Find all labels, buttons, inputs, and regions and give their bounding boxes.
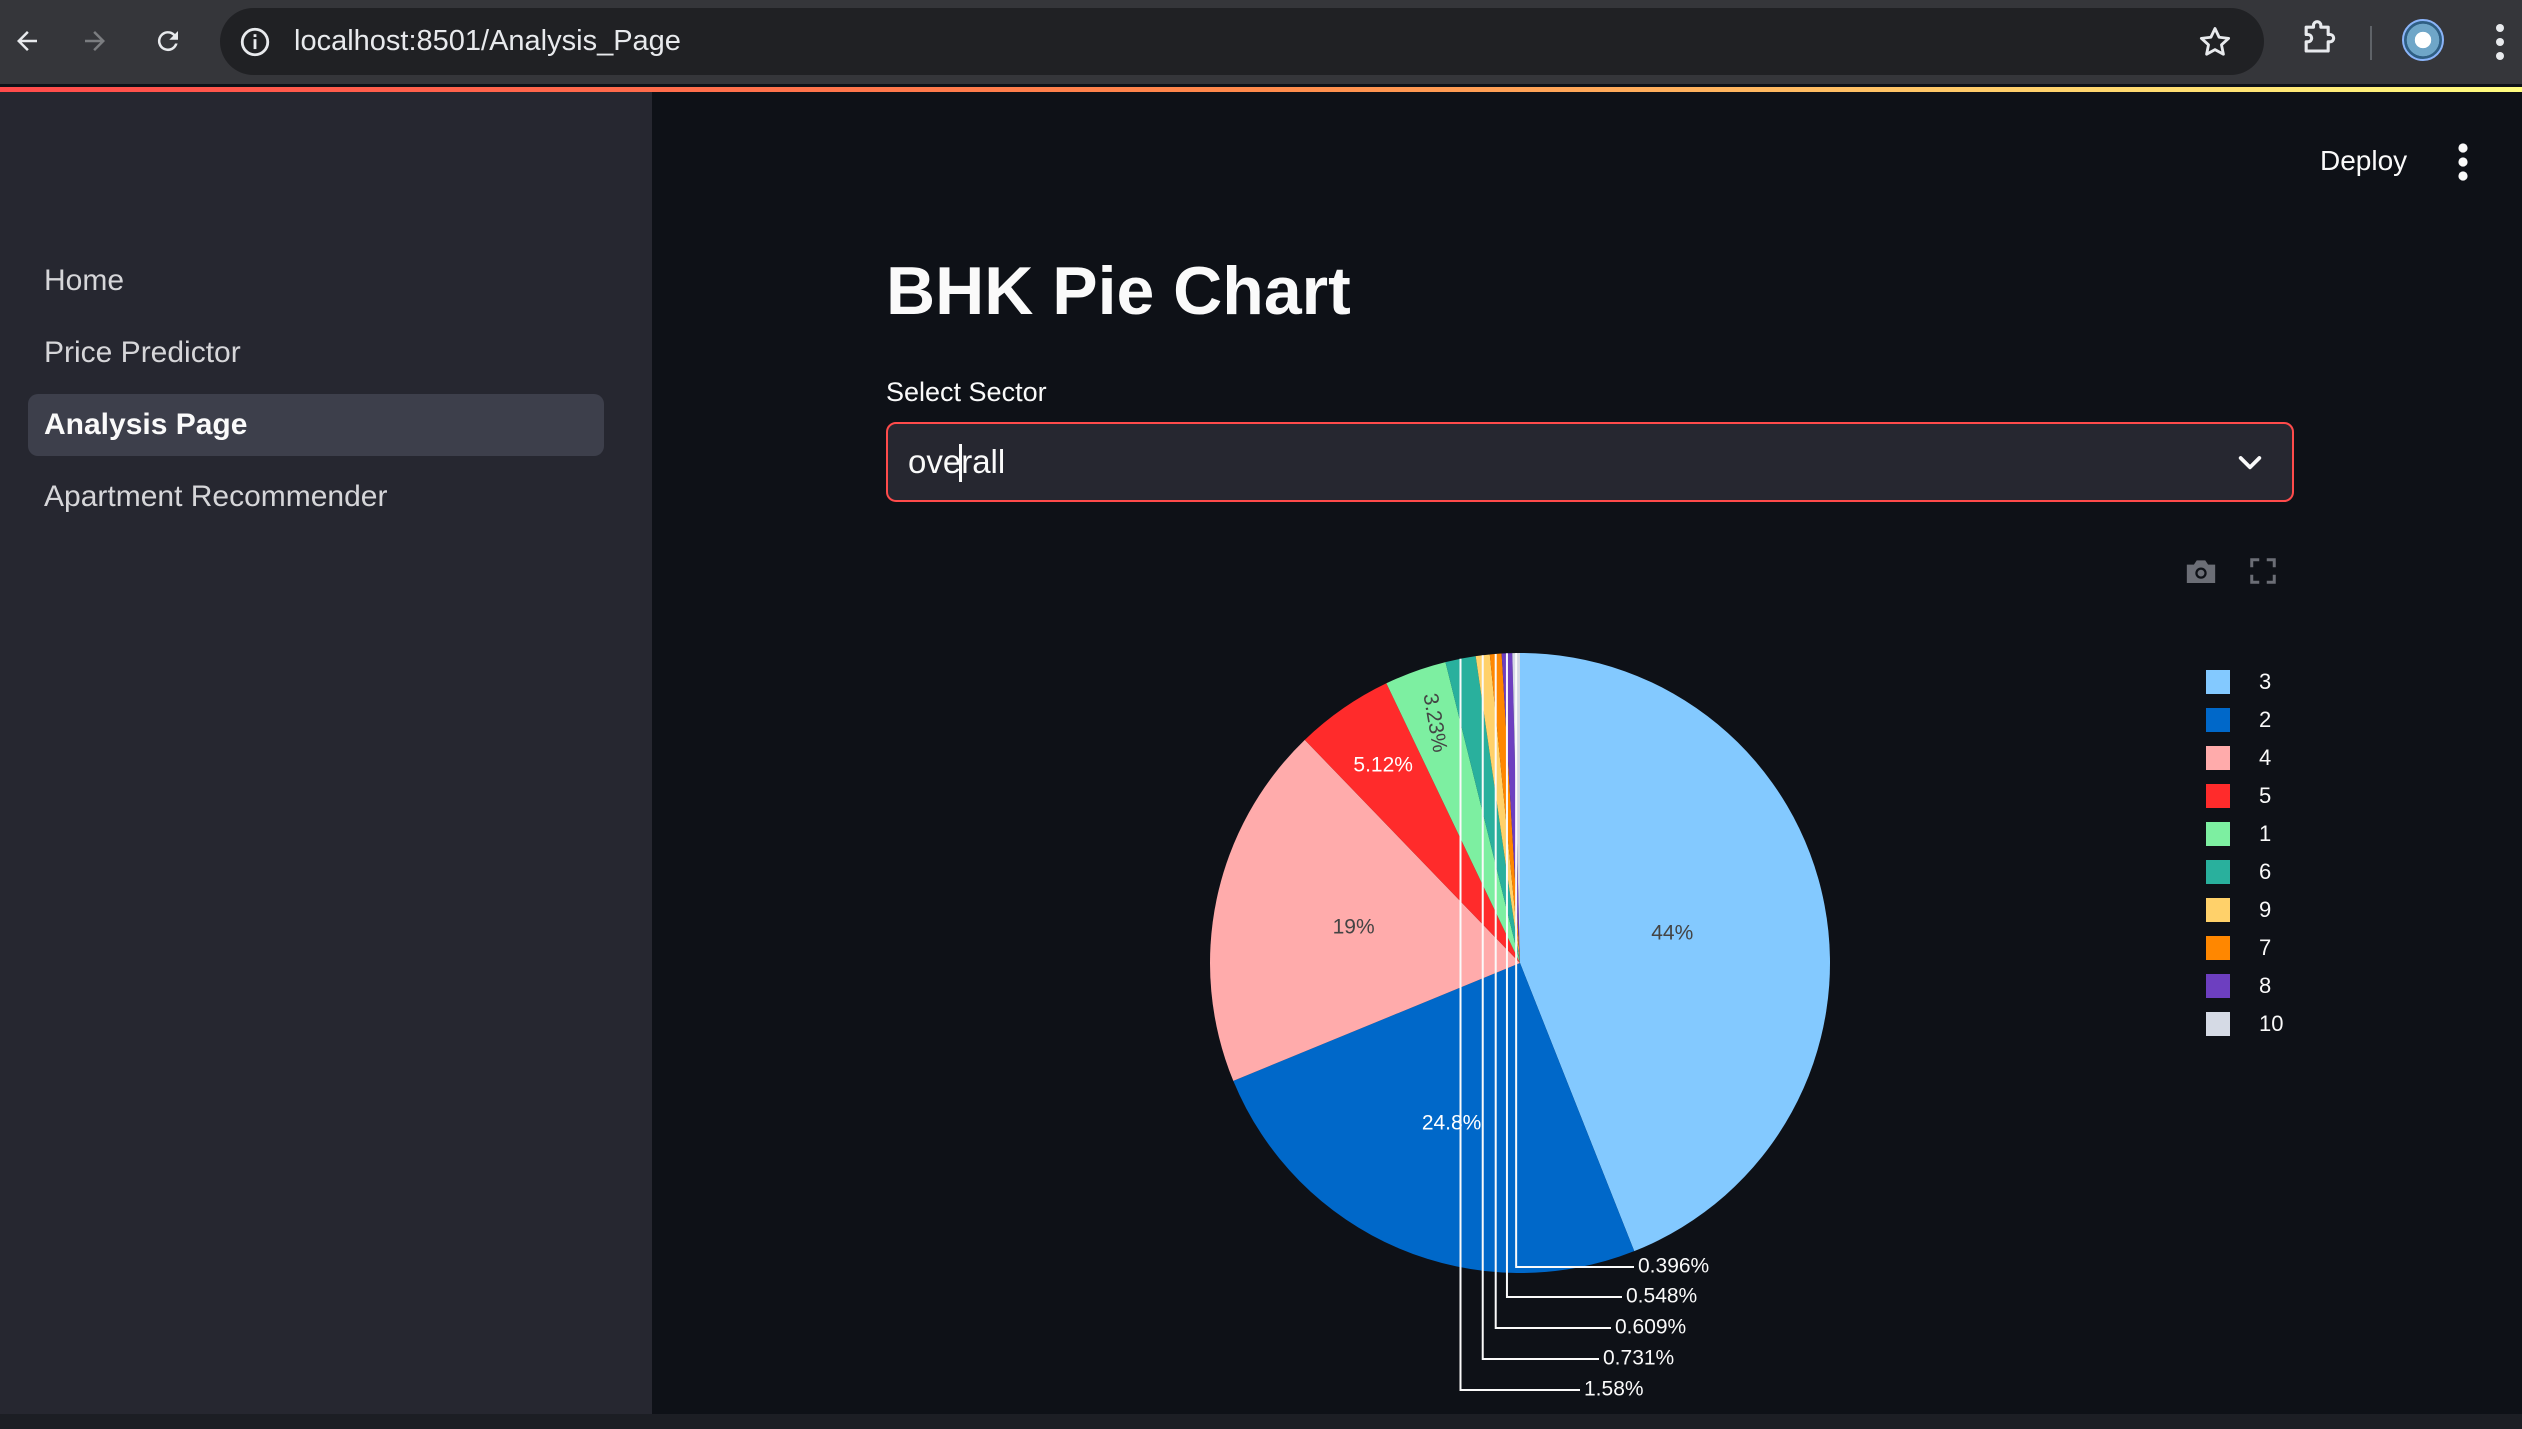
pie-label-3: 44% [1651, 921, 1693, 944]
legend-label-1[interactable]: 1 [2259, 821, 2271, 846]
legend-label-9[interactable]: 9 [2259, 897, 2271, 922]
legend-label-10[interactable]: 10 [2259, 1011, 2283, 1036]
pie-label-10: 0.396% [1638, 1255, 1709, 1278]
legend-label-6[interactable]: 6 [2259, 859, 2271, 884]
pie-label-6: 1.58% [1584, 1378, 1644, 1401]
pie-label-9: 0.731% [1603, 1347, 1674, 1370]
legend-swatch-7[interactable] [2206, 936, 2230, 960]
legend-swatch-1[interactable] [2206, 822, 2230, 846]
pie-label-4: 19% [1333, 916, 1375, 939]
legend-label-2[interactable]: 2 [2259, 707, 2271, 732]
pie-label-8: 0.548% [1626, 1285, 1697, 1308]
legend-swatch-10[interactable] [2206, 1012, 2230, 1036]
bhk-pie-chart: 44%24.8%19%5.12%3.23%0.396%0.548%0.609%0… [1210, 653, 2283, 1401]
legend-swatch-4[interactable] [2206, 746, 2230, 770]
legend-swatch-5[interactable] [2206, 784, 2230, 808]
legend-label-3[interactable]: 3 [2259, 669, 2271, 694]
legend-swatch-6[interactable] [2206, 860, 2230, 884]
pie-label-5: 5.12% [1353, 753, 1413, 776]
legend-swatch-9[interactable] [2206, 898, 2230, 922]
legend-swatch-3[interactable] [2206, 670, 2230, 694]
legend-label-7[interactable]: 7 [2259, 935, 2271, 960]
legend-label-4[interactable]: 4 [2259, 745, 2271, 770]
legend-swatch-8[interactable] [2206, 974, 2230, 998]
pie-label-2: 24.8% [1422, 1112, 1482, 1135]
window-bottom-edge [0, 1414, 2522, 1429]
legend-label-5[interactable]: 5 [2259, 783, 2271, 808]
pie-label-7: 0.609% [1615, 1316, 1686, 1339]
legend-swatch-2[interactable] [2206, 708, 2230, 732]
legend-label-8[interactable]: 8 [2259, 973, 2271, 998]
